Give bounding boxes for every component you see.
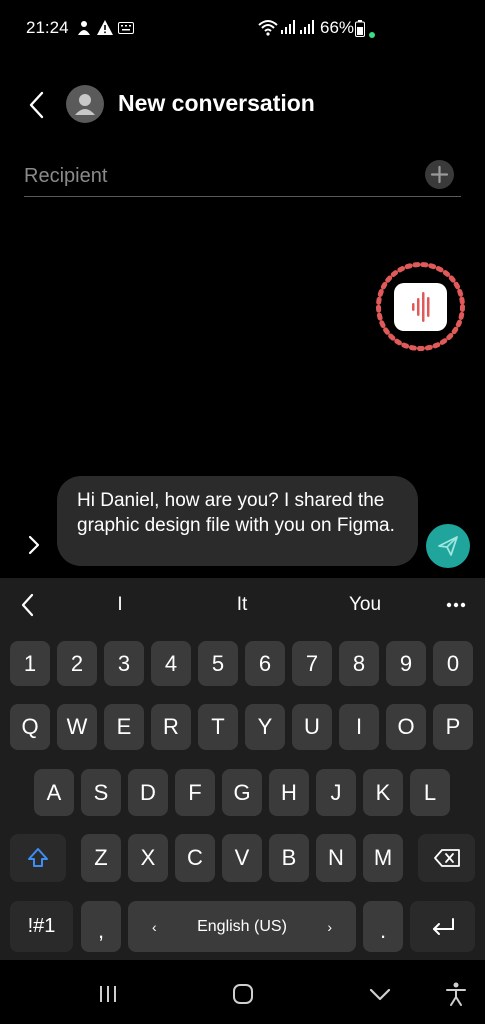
- keyboard-icon: [118, 22, 134, 34]
- shift-icon: [28, 848, 48, 867]
- key-5[interactable]: 5: [198, 641, 238, 686]
- key-m[interactable]: M: [363, 834, 403, 882]
- symbols-key[interactable]: !#1: [10, 901, 73, 952]
- suggestion-2[interactable]: It: [202, 594, 282, 616]
- key-c[interactable]: C: [175, 834, 215, 882]
- recipient-input[interactable]: [24, 160, 424, 192]
- key-t[interactable]: T: [198, 704, 238, 750]
- enter-key[interactable]: [410, 901, 475, 952]
- language-prev-icon: ‹: [152, 918, 157, 935]
- key-o[interactable]: O: [386, 704, 426, 750]
- status-time: 21:24: [26, 18, 69, 37]
- key-z[interactable]: Z: [81, 834, 121, 882]
- accessibility-icon[interactable]: [444, 981, 468, 1007]
- send-button[interactable]: [426, 524, 470, 568]
- battery-icon: [355, 20, 365, 37]
- key-2[interactable]: 2: [57, 641, 97, 686]
- key-j[interactable]: J: [316, 769, 356, 816]
- key-f[interactable]: F: [175, 769, 215, 816]
- key-q[interactable]: Q: [10, 704, 50, 750]
- spacebar-key[interactable]: ‹ English (US) ›: [128, 901, 356, 952]
- message-input[interactable]: Hi Daniel, how are you? I shared the gra…: [57, 476, 418, 566]
- key-0[interactable]: 0: [433, 641, 473, 686]
- key-9[interactable]: 9: [386, 641, 426, 686]
- person-icon: [75, 94, 95, 115]
- key-8[interactable]: 8: [339, 641, 379, 686]
- enter-icon: [432, 917, 454, 935]
- page-title: New conversation: [118, 90, 315, 116]
- send-icon: [438, 536, 458, 556]
- key-i[interactable]: I: [339, 704, 379, 750]
- collapse-toolbar-icon[interactable]: [18, 592, 38, 618]
- key-e[interactable]: E: [104, 704, 144, 750]
- key-1[interactable]: 1: [10, 641, 50, 686]
- signal-icon-2: [300, 20, 314, 34]
- key-4[interactable]: 4: [151, 641, 191, 686]
- voice-wave-icon: [412, 292, 430, 322]
- backspace-icon: [433, 849, 460, 867]
- warning-icon: [97, 20, 113, 35]
- period-key[interactable]: .: [363, 901, 403, 952]
- key-w[interactable]: W: [57, 704, 97, 750]
- shift-key[interactable]: [10, 834, 66, 882]
- expand-chevron-icon[interactable]: [22, 530, 46, 560]
- back-icon[interactable]: [22, 88, 52, 122]
- key-v[interactable]: V: [222, 834, 262, 882]
- suggestion-3[interactable]: You: [325, 594, 405, 616]
- more-options-icon[interactable]: [445, 598, 467, 612]
- add-recipient-button[interactable]: [425, 160, 454, 189]
- cloud-person-icon: [78, 21, 90, 35]
- key-g[interactable]: G: [222, 769, 262, 816]
- backspace-key[interactable]: [418, 834, 475, 882]
- key-h[interactable]: H: [269, 769, 309, 816]
- key-u[interactable]: U: [292, 704, 332, 750]
- key-b[interactable]: B: [269, 834, 309, 882]
- plus-icon: [430, 165, 449, 184]
- avatar[interactable]: [66, 85, 104, 123]
- language-label: English (US): [197, 917, 287, 935]
- key-d[interactable]: D: [128, 769, 168, 816]
- notification-dot: [369, 32, 375, 38]
- hide-keyboard-icon[interactable]: [368, 984, 392, 1004]
- recent-apps-icon[interactable]: [97, 984, 119, 1004]
- key-r[interactable]: R: [151, 704, 191, 750]
- signal-icon: [281, 20, 295, 34]
- key-6[interactable]: 6: [245, 641, 285, 686]
- key-a[interactable]: A: [34, 769, 74, 816]
- key-l[interactable]: L: [410, 769, 450, 816]
- key-n[interactable]: N: [316, 834, 356, 882]
- key-7[interactable]: 7: [292, 641, 332, 686]
- key-x[interactable]: X: [128, 834, 168, 882]
- battery-percent: 66%: [320, 18, 355, 37]
- key-p[interactable]: P: [433, 704, 473, 750]
- recipient-underline: [24, 196, 461, 197]
- key-s[interactable]: S: [81, 769, 121, 816]
- key-k[interactable]: K: [363, 769, 403, 816]
- key-y[interactable]: Y: [245, 704, 285, 750]
- comma-key[interactable]: ,: [81, 901, 121, 952]
- key-3[interactable]: 3: [104, 641, 144, 686]
- wifi-icon: [258, 20, 278, 36]
- language-next-icon: ›: [327, 918, 332, 935]
- suggestion-1[interactable]: I: [80, 594, 160, 616]
- voice-recorder-button[interactable]: [394, 283, 447, 331]
- home-icon[interactable]: [231, 983, 255, 1005]
